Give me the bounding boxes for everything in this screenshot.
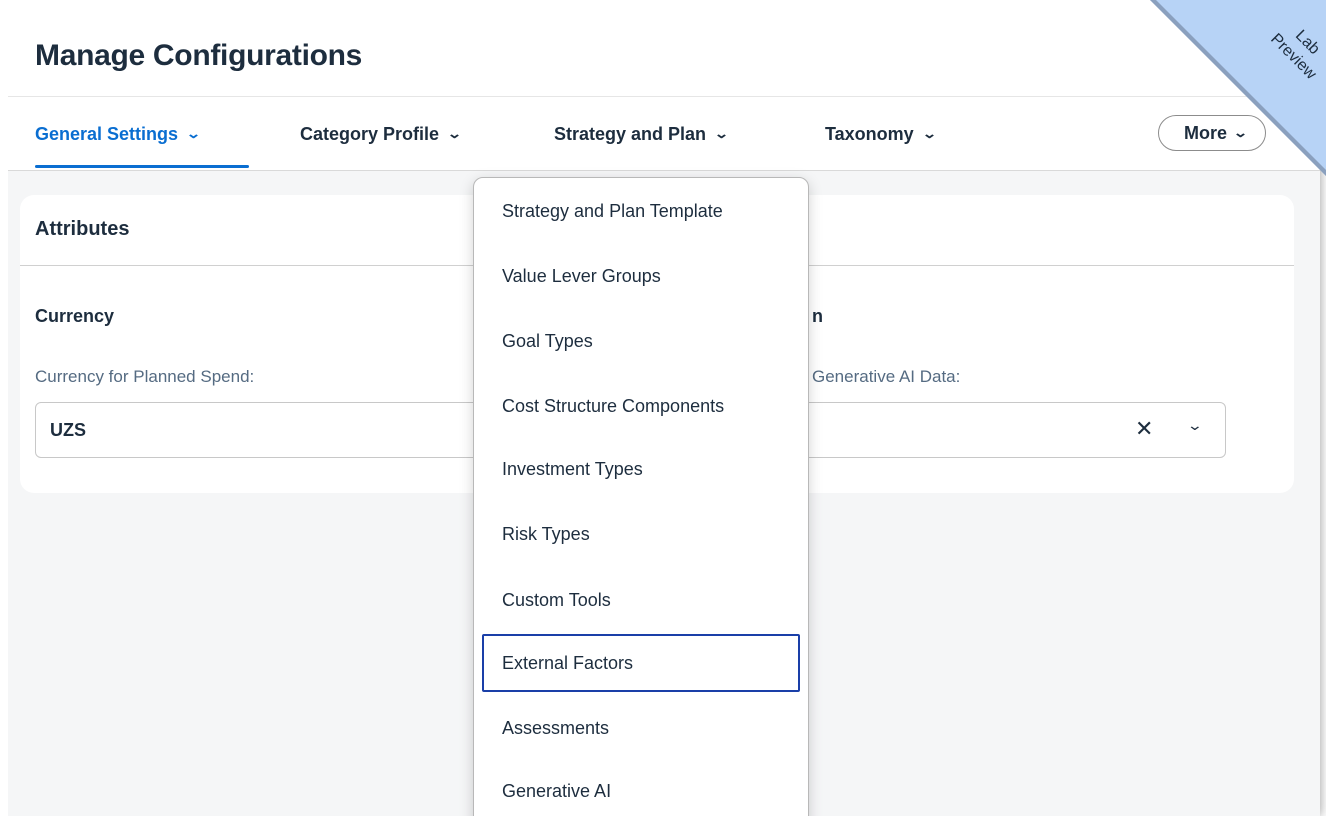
- tab-category-profile[interactable]: Category Profile ⌄: [300, 121, 463, 147]
- chevron-down-icon: ⌄: [713, 126, 730, 141]
- currency-value: UZS: [50, 420, 86, 440]
- menu-item-focused[interactable]: External Factors: [482, 634, 800, 692]
- right-section-title: n: [812, 306, 823, 326]
- menu-item[interactable]: Risk Types: [482, 505, 800, 563]
- page-title: Manage Configurations: [35, 39, 363, 72]
- tab-bar: General Settings ⌄ Category Profile ⌄ St…: [8, 96, 1320, 171]
- menu-item[interactable]: Strategy and Plan Template: [482, 182, 800, 240]
- menu-item[interactable]: Value Lever Groups: [482, 247, 800, 305]
- lab-preview-ribbon: Lab Preview: [1150, 0, 1326, 176]
- chevron-down-icon[interactable]: ⌄: [1187, 417, 1203, 434]
- menu-item[interactable]: Cost Structure Components: [482, 377, 800, 435]
- tab-general-settings[interactable]: General Settings ⌄: [35, 121, 202, 147]
- generative-ai-field-label: Generative AI Data:: [812, 367, 961, 386]
- currency-input[interactable]: UZS: [35, 402, 495, 458]
- tab-label: Taxonomy: [825, 123, 914, 144]
- tab-strategy-and-plan[interactable]: Strategy and Plan ⌄: [554, 121, 730, 147]
- menu-item[interactable]: Goal Types: [482, 312, 800, 370]
- menu-item[interactable]: Custom Tools: [482, 571, 800, 629]
- menu-item[interactable]: Investment Types: [482, 440, 800, 498]
- tab-label: Strategy and Plan: [554, 123, 707, 144]
- tab-label: Category Profile: [300, 123, 440, 144]
- close-icon[interactable]: ✕: [1135, 416, 1153, 442]
- tab-label: General Settings: [35, 123, 179, 144]
- page-header: Manage Configurations General Settings ⌄…: [8, 0, 1320, 171]
- strategy-and-plan-menu: Strategy and Plan Template Value Lever G…: [473, 177, 809, 816]
- chevron-down-icon: ⌄: [921, 126, 937, 141]
- tab-taxonomy[interactable]: Taxonomy ⌄: [825, 121, 937, 147]
- currency-field-label: Currency for Planned Spend:: [35, 367, 255, 386]
- menu-item[interactable]: Assessments: [482, 699, 800, 757]
- chevron-down-icon: ⌄: [185, 126, 202, 141]
- app-window: Manage Configurations General Settings ⌄…: [0, 0, 1320, 816]
- card-title: Attributes: [35, 218, 130, 240]
- chevron-down-icon: ⌄: [446, 126, 463, 141]
- menu-item[interactable]: Generative AI: [482, 762, 800, 816]
- currency-section-title: Currency: [35, 306, 115, 326]
- active-tab-indicator: [35, 165, 249, 168]
